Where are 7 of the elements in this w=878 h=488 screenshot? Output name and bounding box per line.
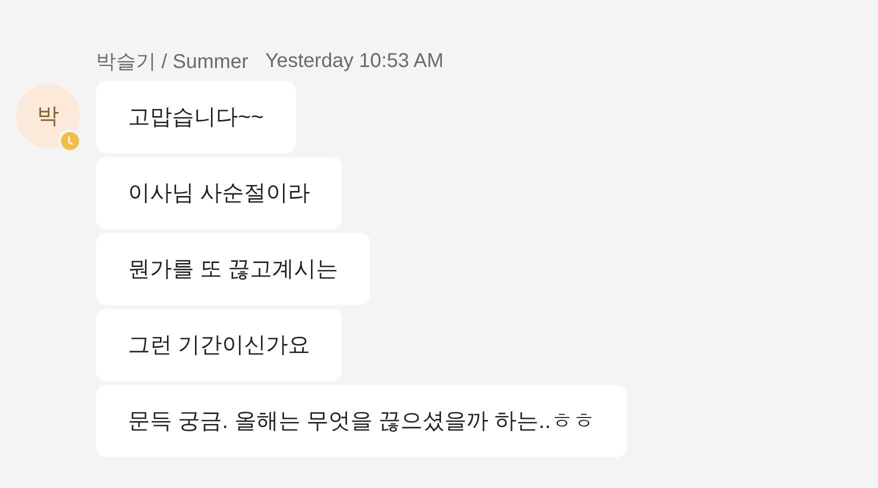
- message-bubble: 뭔가를 또 끊고계시는: [96, 233, 370, 305]
- timestamp: Yesterday 10:53 AM: [265, 50, 444, 73]
- sender-name[interactable]: 박슬기 / Summer: [96, 48, 248, 75]
- message-bubble: 이사님 사순절이라: [96, 157, 342, 229]
- message-bubble: 고맙습니다~~: [96, 81, 296, 153]
- message-bubble: 그런 기간이신가요: [96, 309, 342, 381]
- message-bubble: 문득 궁금. 올해는 무엇을 끊으셨을까 하는..ㅎㅎ: [96, 385, 627, 457]
